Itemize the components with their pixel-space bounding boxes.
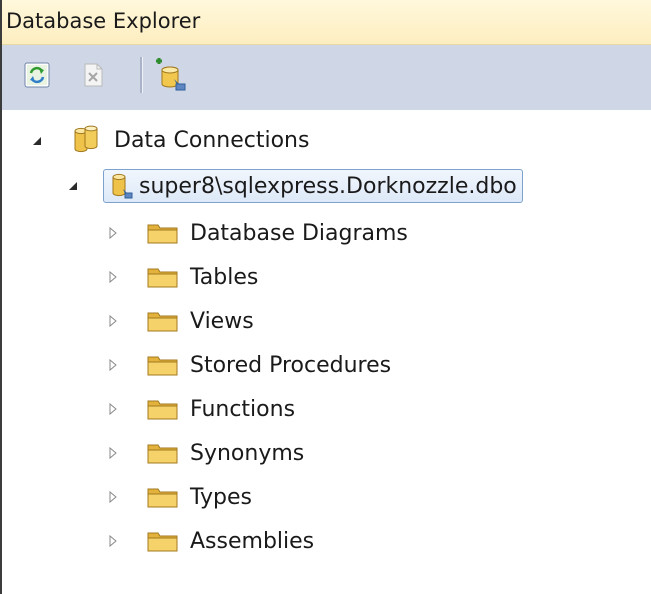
tree-node-data-connections[interactable]: Data Connections (70, 122, 309, 158)
expand-arrow-icon[interactable] (106, 358, 120, 372)
panel-title-bar[interactable]: Database Explorer (2, 0, 651, 45)
explorer-toolbar (2, 45, 651, 110)
folder-icon (147, 224, 178, 244)
refresh-icon (24, 62, 50, 88)
tree-node-label: Views (190, 308, 254, 334)
panel-title: Database Explorer (6, 9, 201, 33)
expand-arrow-icon[interactable] (106, 270, 120, 284)
tree-node-label: Stored Procedures (190, 352, 392, 378)
tree-node-label: Functions (190, 396, 296, 422)
connection-tree: Data Connections super8\sqlexpress.Dorkn… (2, 110, 651, 594)
tree-node-connection[interactable]: super8\sqlexpress.Dorknozzle.dbo (103, 168, 523, 204)
folder-icon (147, 356, 178, 376)
tree-node-folder[interactable]: Stored Procedures (146, 347, 391, 383)
delete-icon (84, 63, 103, 87)
collapse-arrow-icon[interactable] (66, 179, 80, 193)
tree-node-folder[interactable]: Synonyms (146, 435, 304, 471)
folder-icon (147, 400, 178, 420)
tree-node-folder[interactable]: Views (146, 303, 254, 339)
tree-node-folder[interactable]: Tables (146, 259, 258, 295)
tree-node-label: Database Diagrams (190, 220, 408, 246)
connect-to-database-button[interactable] (152, 57, 188, 93)
toolbar-separator (140, 57, 143, 93)
refresh-button[interactable] (24, 62, 50, 88)
expand-arrow-icon[interactable] (106, 490, 120, 504)
expand-arrow-icon[interactable] (106, 446, 120, 460)
tree-node-label: Data Connections (114, 127, 310, 153)
tree-node-label: Types (190, 484, 252, 510)
expand-arrow-icon[interactable] (106, 534, 120, 548)
database-explorer-panel: Database Explorer Data Connections super… (0, 0, 651, 594)
tree-node-folder[interactable]: Assemblies (146, 523, 314, 559)
tree-node-folder[interactable]: Functions (146, 391, 295, 427)
tree-node-label: super8\sqlexpress.Dorknozzle.dbo (139, 173, 517, 199)
delete-button[interactable] (80, 62, 106, 88)
database-connection-icon (112, 173, 133, 199)
tree-node-label: Assemblies (190, 528, 315, 554)
folder-icon (147, 444, 178, 464)
tree-node-folder[interactable]: Database Diagrams (146, 215, 408, 251)
expand-arrow-icon[interactable] (106, 402, 120, 416)
connect-to-database-icon (156, 58, 186, 91)
tree-node-label: Synonyms (190, 440, 305, 466)
expand-arrow-icon[interactable] (106, 226, 120, 240)
folder-icon (147, 312, 178, 332)
database-icon (74, 125, 98, 153)
folder-icon (147, 488, 178, 508)
selected-node-highlight: super8\sqlexpress.Dorknozzle.dbo (103, 169, 523, 203)
folder-icon (147, 532, 178, 552)
tree-node-label: Tables (190, 264, 259, 290)
expand-arrow-icon[interactable] (106, 314, 120, 328)
collapse-arrow-icon[interactable] (30, 134, 44, 148)
tree-node-folder[interactable]: Types (146, 479, 252, 515)
folder-icon (147, 268, 178, 288)
